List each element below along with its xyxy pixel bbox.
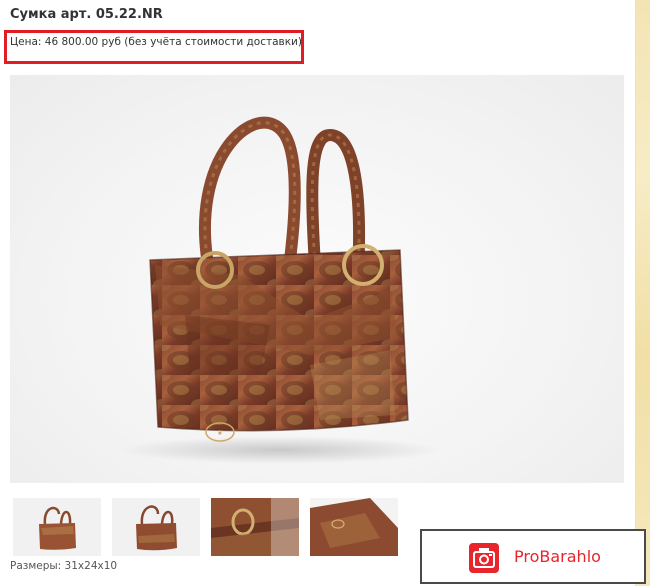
main-product-image[interactable]: ❦ <box>10 75 624 483</box>
page-side-strip <box>635 0 650 586</box>
svg-text:❦: ❦ <box>217 429 223 437</box>
thumbnail-4[interactable] <box>310 498 398 556</box>
product-dimensions: Размеры: 31x24x10 <box>10 560 118 572</box>
thumbnail-3[interactable] <box>211 498 299 556</box>
thumbnail-1[interactable] <box>13 498 101 556</box>
thumbnail-2[interactable] <box>112 498 200 556</box>
probarahlo-watermark: ProBarahlo <box>420 529 646 584</box>
product-title: Сумка арт. 05.22.NR <box>10 7 163 22</box>
thumbnail-strip <box>13 498 403 556</box>
handbag-illustration: ❦ <box>120 116 440 464</box>
watermark-brand-text: ProBarahlo <box>514 547 601 566</box>
product-price: Цена: 46 800.00 руб (без учёта стоимости… <box>10 36 302 48</box>
thumbnail-bag-image <box>112 498 200 556</box>
camera-icon <box>469 543 499 573</box>
thumbnail-logo-image <box>310 498 398 556</box>
thumbnail-closeup-image <box>211 498 299 556</box>
thumbnail-bag-image <box>13 498 101 556</box>
